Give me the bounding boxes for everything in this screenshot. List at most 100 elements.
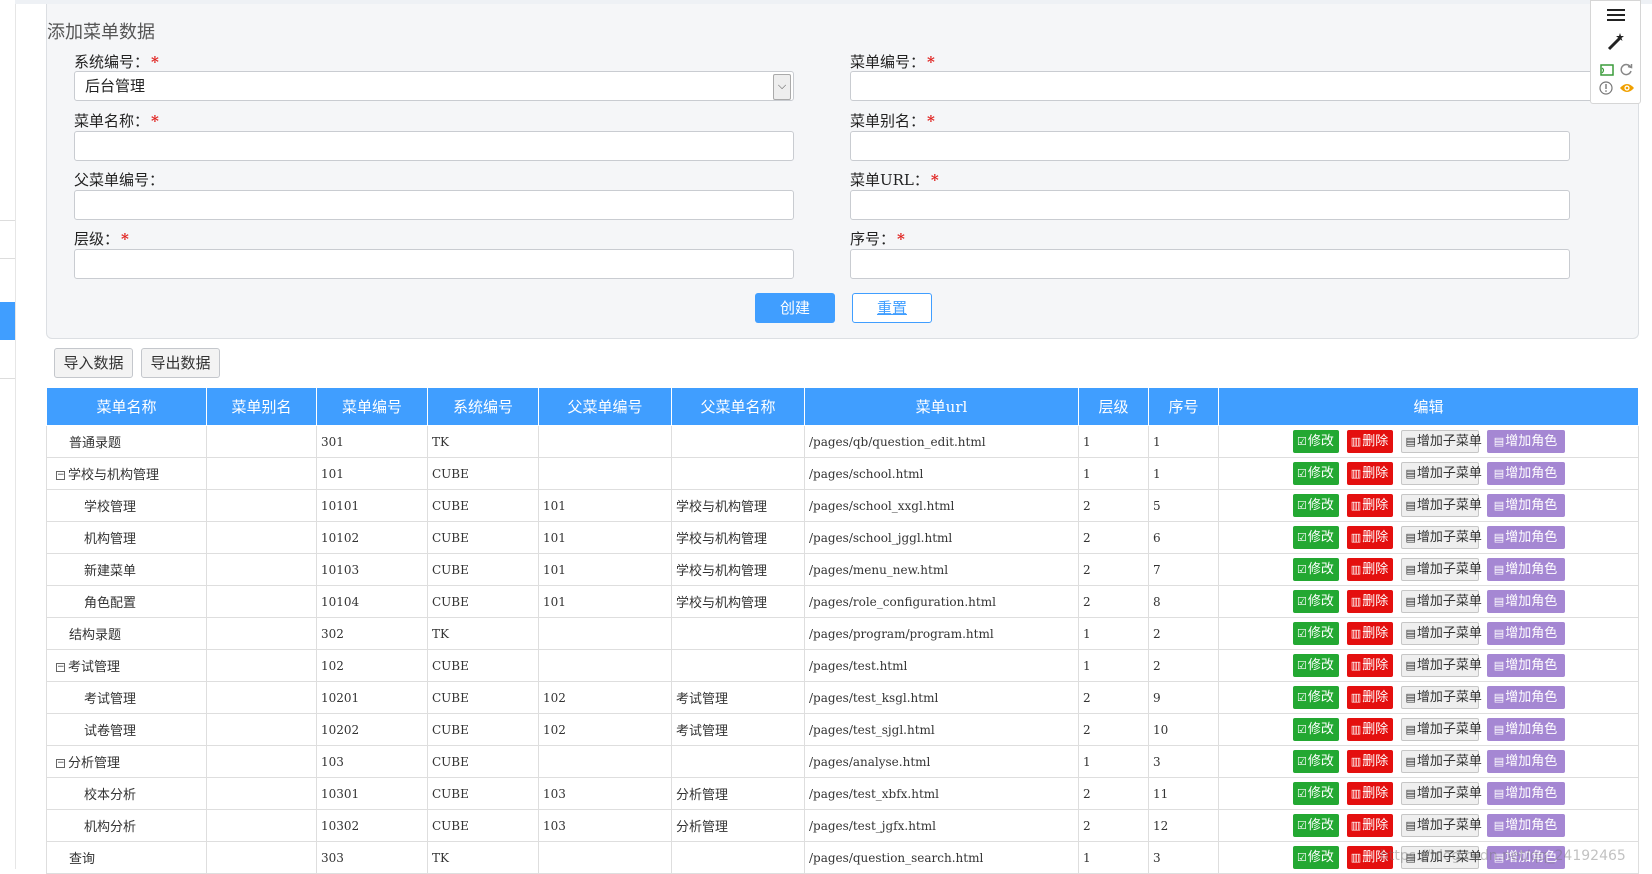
table-row[interactable]: − 学校与机构管理 101 CUBE/pages/school.html 1 1 ☑修改 ▥删… <box>46 457 1639 490</box>
magic-wand-icon[interactable] <box>1606 32 1626 52</box>
column-header[interactable]: 系统编号 <box>427 387 539 426</box>
delete-button[interactable]: ▥删除 <box>1346 782 1393 805</box>
table-row[interactable]: 结构录题 302 TK/pages/program/program.html 1 2 ☑修… <box>46 617 1639 650</box>
edit-button[interactable]: ☑修改 <box>1292 686 1339 709</box>
column-header[interactable]: 菜单别名 <box>206 387 317 426</box>
delete-button[interactable]: ▥删除 <box>1346 590 1393 613</box>
edit-button[interactable]: ☑修改 <box>1292 558 1339 581</box>
column-header[interactable]: 编辑 <box>1218 387 1639 426</box>
table-row[interactable]: 机构管理 10102 CUBE 101 学校与机构管理/pages/school_jgg… <box>46 521 1639 554</box>
create-button[interactable]: 创建 <box>755 293 835 323</box>
refresh-icon[interactable] <box>1620 63 1633 76</box>
edit-button[interactable]: ☑修改 <box>1292 622 1339 645</box>
add-submenu-button[interactable]: ▤增加子菜单 <box>1400 622 1482 645</box>
add-role-button[interactable]: ▤增加角色 <box>1486 718 1565 741</box>
add-submenu-button[interactable]: ▤增加子菜单 <box>1400 814 1482 837</box>
table-row[interactable]: 学校管理 10101 CUBE 101 学校与机构管理/pages/school_xxg… <box>46 489 1639 522</box>
add-role-button[interactable]: ▤增加角色 <box>1486 750 1565 773</box>
edit-button[interactable]: ☑修改 <box>1292 494 1339 517</box>
delete-button[interactable]: ▥删除 <box>1346 462 1393 485</box>
add-submenu-button[interactable]: ▤增加子菜单 <box>1400 558 1482 581</box>
edit-button[interactable]: ☑修改 <box>1292 430 1339 453</box>
menu-alias-input[interactable] <box>850 131 1570 161</box>
add-submenu-button[interactable]: ▤增加子菜单 <box>1400 718 1482 741</box>
nav-active-item[interactable] <box>0 302 15 340</box>
import-data-button[interactable]: 导入数据 <box>54 348 133 378</box>
add-role-button[interactable]: ▤增加角色 <box>1486 654 1565 677</box>
table-row[interactable]: 校本分析 10301 CUBE 103 分析管理/pages/test_xbfx.htm… <box>46 777 1639 810</box>
add-submenu-button[interactable]: ▤增加子菜单 <box>1400 654 1482 677</box>
column-header[interactable]: 父菜单编号 <box>538 387 672 426</box>
table-row[interactable]: 角色配置 10104 CUBE 101 学校与机构管理/pages/role_confi… <box>46 585 1639 618</box>
add-role-button[interactable]: ▤增加角色 <box>1486 462 1565 485</box>
column-header[interactable]: 菜单名称 <box>46 387 207 426</box>
system-no-select[interactable]: 后台管理 ⌵ <box>74 71 794 101</box>
add-role-button[interactable]: ▤增加角色 <box>1486 558 1565 581</box>
add-submenu-button[interactable]: ▤增加子菜单 <box>1400 462 1482 485</box>
collapse-toggle-icon[interactable]: − <box>56 663 65 672</box>
edit-button[interactable]: ☑修改 <box>1292 846 1339 869</box>
table-row[interactable]: − 分析管理 103 CUBE/pages/analyse.html 1 3 ☑修改 ▥删除 ▤… <box>46 745 1639 778</box>
add-role-button[interactable]: ▤增加角色 <box>1486 782 1565 805</box>
table-row[interactable]: 新建菜单 10103 CUBE 101 学校与机构管理/pages/menu_new.h… <box>46 553 1639 586</box>
level-input[interactable] <box>74 249 794 279</box>
delete-button[interactable]: ▥删除 <box>1346 558 1393 581</box>
edit-button[interactable]: ☑修改 <box>1292 782 1339 805</box>
menu-name-input[interactable] <box>74 131 794 161</box>
delete-button[interactable]: ▥删除 <box>1346 814 1393 837</box>
delete-button[interactable]: ▥删除 <box>1346 494 1393 517</box>
add-submenu-button[interactable]: ▤增加子菜单 <box>1400 782 1482 805</box>
add-submenu-button[interactable]: ▤增加子菜单 <box>1400 526 1482 549</box>
add-submenu-button[interactable]: ▤增加子菜单 <box>1400 750 1482 773</box>
row-actions: ☑修改 ▥删除 ▤增加子菜单 ▤增加角色 <box>1218 713 1639 746</box>
collapse-toggle-icon[interactable]: − <box>56 471 65 480</box>
add-submenu-button[interactable]: ▤增加子菜单 <box>1400 494 1482 517</box>
add-role-button[interactable]: ▤增加角色 <box>1486 494 1565 517</box>
add-role-button[interactable]: ▤增加角色 <box>1486 622 1565 645</box>
add-role-button[interactable]: ▤增加角色 <box>1486 686 1565 709</box>
column-header[interactable]: 父菜单名称 <box>671 387 805 426</box>
edit-button[interactable]: ☑修改 <box>1292 590 1339 613</box>
menu-no-input[interactable] <box>850 71 1620 101</box>
chevron-down-icon[interactable]: ⌵ <box>773 74 791 100</box>
edit-button[interactable]: ☑修改 <box>1292 526 1339 549</box>
add-submenu-button[interactable]: ▤增加子菜单 <box>1400 590 1482 613</box>
collapse-toggle-icon[interactable]: − <box>56 759 65 768</box>
column-header[interactable]: 序号 <box>1148 387 1219 426</box>
info-icon[interactable] <box>1599 81 1613 95</box>
edit-button[interactable]: ☑修改 <box>1292 654 1339 677</box>
add-role-button[interactable]: ▤增加角色 <box>1486 814 1565 837</box>
column-header[interactable]: 层级 <box>1078 387 1149 426</box>
column-header[interactable]: 菜单编号 <box>316 387 428 426</box>
delete-button[interactable]: ▥删除 <box>1346 686 1393 709</box>
add-submenu-button[interactable]: ▤增加子菜单 <box>1400 430 1482 453</box>
delete-button[interactable]: ▥删除 <box>1346 750 1393 773</box>
edit-button[interactable]: ☑修改 <box>1292 462 1339 485</box>
menu-icon[interactable] <box>1606 7 1626 23</box>
order-input[interactable] <box>850 249 1570 279</box>
cast-icon[interactable] <box>1600 64 1614 76</box>
table-row[interactable]: 试卷管理 10202 CUBE 102 考试管理/pages/test_sjgl.htm… <box>46 713 1639 746</box>
table-row[interactable]: 考试管理 10201 CUBE 102 考试管理/pages/test_ksgl.htm… <box>46 681 1639 714</box>
export-data-button[interactable]: 导出数据 <box>141 348 220 378</box>
table-row[interactable]: − 考试管理 102 CUBE/pages/test.html 1 2 ☑修改 ▥删除 ▤增加子… <box>46 649 1639 682</box>
parent-no-input[interactable] <box>74 190 794 220</box>
delete-button[interactable]: ▥删除 <box>1346 654 1393 677</box>
edit-button[interactable]: ☑修改 <box>1292 814 1339 837</box>
delete-button[interactable]: ▥删除 <box>1346 526 1393 549</box>
reset-button[interactable]: 重置 <box>852 293 932 323</box>
add-role-button[interactable]: ▤增加角色 <box>1486 526 1565 549</box>
delete-button[interactable]: ▥删除 <box>1346 430 1393 453</box>
table-row[interactable]: 普通录题 301 TK/pages/qb/question_edit.html 1 1 ☑… <box>46 425 1639 458</box>
add-role-button[interactable]: ▤增加角色 <box>1486 430 1565 453</box>
column-header[interactable]: 菜单url <box>804 387 1079 426</box>
add-role-button[interactable]: ▤增加角色 <box>1486 590 1565 613</box>
menu-url-input[interactable] <box>850 190 1570 220</box>
delete-button[interactable]: ▥删除 <box>1346 718 1393 741</box>
table-row[interactable]: 机构分析 10302 CUBE 103 分析管理/pages/test_jgfx.htm… <box>46 809 1639 842</box>
eye-icon[interactable] <box>1619 82 1635 94</box>
edit-button[interactable]: ☑修改 <box>1292 750 1339 773</box>
edit-button[interactable]: ☑修改 <box>1292 718 1339 741</box>
add-submenu-button[interactable]: ▤增加子菜单 <box>1400 686 1482 709</box>
delete-button[interactable]: ▥删除 <box>1346 622 1393 645</box>
